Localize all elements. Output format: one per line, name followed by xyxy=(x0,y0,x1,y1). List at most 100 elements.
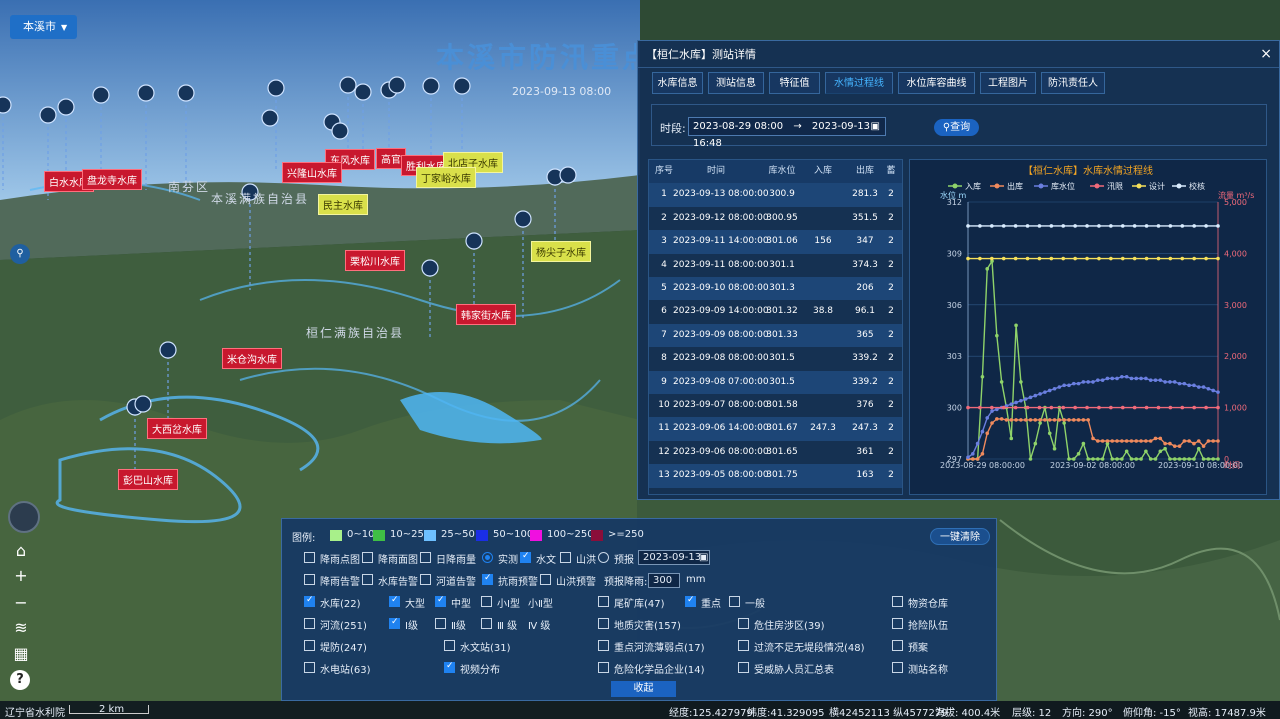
reservoir-marker[interactable]: 杨尖子水库 xyxy=(531,241,591,262)
compass-icon[interactable] xyxy=(8,501,40,533)
table-row[interactable]: 8 2023-09-08 08:00:00 301.5 339.2 2 xyxy=(649,347,902,370)
date-range-picker[interactable]: 2023-08-29 08:00 → 2023-09-13 16:48 ▣ xyxy=(688,117,886,149)
layer-checkbox[interactable] xyxy=(738,640,749,651)
table-row[interactable]: 7 2023-09-09 08:00:00 301.33 365 2 xyxy=(649,323,902,348)
table-row[interactable]: 13 2023-09-05 08:00:00 301.75 163 2 xyxy=(649,464,902,488)
reservoir-marker[interactable]: 米仓沟水库 xyxy=(222,348,282,369)
table-row[interactable]: 11 2023-09-06 14:00:00 301.67 247.3 247.3 2 xyxy=(649,417,902,441)
data-point xyxy=(1158,378,1163,382)
layer-checkbox[interactable] xyxy=(738,662,749,673)
reservoir-marker[interactable]: 韩家街水库 xyxy=(456,304,516,325)
layer-checkbox[interactable] xyxy=(560,552,571,563)
search-icon[interactable]: ⚲ xyxy=(10,244,30,264)
layer-checkbox[interactable] xyxy=(304,552,315,563)
layer-checkbox[interactable] xyxy=(420,552,431,563)
table-cell: 2 xyxy=(888,353,894,364)
layer-checkbox[interactable] xyxy=(389,595,400,607)
layer-checkbox[interactable] xyxy=(520,551,531,563)
help-icon[interactable]: ? xyxy=(10,670,30,690)
layer-checkbox[interactable] xyxy=(444,640,455,651)
y-left-tick: 303 xyxy=(947,352,962,361)
table-row[interactable]: 9 2023-09-08 07:00:00 301.5 339.2 2 xyxy=(649,370,902,394)
tab-characteristic[interactable]: 特征值 xyxy=(769,72,820,94)
table-row[interactable]: 12 2023-09-06 08:00:00 301.65 361 2 xyxy=(649,441,902,464)
table-row[interactable]: 10 2023-09-07 08:00:00 301.58 376 2 xyxy=(649,394,902,417)
layer-checkbox[interactable] xyxy=(362,574,373,585)
layer-checkbox[interactable] xyxy=(598,640,609,651)
table-row[interactable]: 6 2023-09-09 14:00:00 301.32 38.8 96.1 2 xyxy=(649,300,902,323)
layer-checkbox[interactable] xyxy=(362,552,373,563)
zoom-out-icon[interactable]: − xyxy=(11,593,31,613)
table-cell: 2 xyxy=(888,470,894,481)
layer-checkbox[interactable] xyxy=(892,662,903,673)
home-icon[interactable]: ⌂ xyxy=(11,541,31,561)
data-point xyxy=(1109,256,1113,261)
layer-checkbox[interactable] xyxy=(481,618,492,629)
tab-photos[interactable]: 工程图片 xyxy=(980,72,1036,94)
layer-checkbox[interactable] xyxy=(435,595,446,607)
layer-checkbox[interactable] xyxy=(304,595,315,607)
option-label: 水库告警 xyxy=(378,577,418,588)
tab-reservoir-info[interactable]: 水库信息 xyxy=(652,72,703,94)
forecast-rain-input[interactable]: 300 xyxy=(648,573,680,588)
data-point xyxy=(1182,381,1187,386)
reservoir-marker[interactable]: 栗松川水库 xyxy=(345,250,405,271)
layer-checkbox[interactable] xyxy=(685,595,696,607)
layer-checkbox[interactable] xyxy=(598,662,609,673)
city-selector[interactable]: 本溪市 ▼ xyxy=(10,15,77,39)
legend-dot xyxy=(1094,183,1100,189)
layer-checkbox[interactable] xyxy=(892,640,903,651)
layer-checkbox[interactable] xyxy=(729,596,740,607)
query-button[interactable]: ⚲查询 xyxy=(934,119,979,136)
table-row[interactable]: 5 2023-09-10 08:00:00 301.3 206 2 xyxy=(649,277,902,301)
layer-checkbox[interactable] xyxy=(435,618,446,629)
layer-checkbox[interactable] xyxy=(304,574,315,585)
clear-label: 一键清除 xyxy=(940,532,980,543)
layer-checkbox[interactable] xyxy=(892,618,903,629)
mode-radio[interactable] xyxy=(482,552,493,563)
tab-hydrograph[interactable]: 水情过程线 xyxy=(825,72,893,94)
tab-capacity-curve[interactable]: 水位库容曲线 xyxy=(898,72,975,94)
layer-checkbox[interactable] xyxy=(420,574,431,585)
layer-checkbox[interactable] xyxy=(481,596,492,607)
layer-checkbox[interactable] xyxy=(444,661,455,673)
layer-checkbox[interactable] xyxy=(598,596,609,607)
layer-checkbox[interactable] xyxy=(304,640,315,651)
table-row[interactable]: 3 2023-09-11 14:00:00 301.06 156 347 2 xyxy=(649,230,902,254)
tab-responsible[interactable]: 防汛责任人 xyxy=(1041,72,1105,94)
reservoir-marker[interactable]: 大西岔水库 xyxy=(147,418,207,439)
reservoir-marker[interactable]: 盘龙寺水库 xyxy=(82,169,142,190)
layer-checkbox[interactable] xyxy=(892,596,903,607)
reservoir-marker[interactable]: 丁家峪水库 xyxy=(416,167,476,188)
tab-station-info[interactable]: 测站信息 xyxy=(708,72,764,94)
layers-icon[interactable]: ≋ xyxy=(11,618,31,638)
layer-checkbox[interactable] xyxy=(389,617,400,629)
data-point xyxy=(1001,405,1006,410)
legend-dot xyxy=(994,183,1000,189)
reservoir-marker[interactable]: 彭巴山水库 xyxy=(118,469,178,490)
collapse-button[interactable]: 收起 xyxy=(611,681,676,697)
data-point xyxy=(1062,418,1066,422)
table-row[interactable]: 4 2023-09-11 08:00:00 301.1 374.3 2 xyxy=(649,254,902,277)
basemap-icon[interactable]: ▦ xyxy=(11,644,31,664)
layer-checkbox[interactable] xyxy=(304,618,315,629)
layer-checkbox[interactable] xyxy=(598,618,609,629)
data-point xyxy=(1177,457,1182,461)
reservoir-marker[interactable]: 兴隆山水库 xyxy=(282,162,342,183)
layer-checkbox[interactable] xyxy=(540,574,551,585)
mode-radio[interactable] xyxy=(598,552,609,563)
layer-checkbox[interactable] xyxy=(304,662,315,673)
date-field[interactable]: 2023-09-13 ▣ xyxy=(638,550,710,565)
table-cell: 206 xyxy=(856,283,874,293)
zoom-in-icon[interactable]: + xyxy=(11,566,31,586)
reservoir-marker[interactable]: 民主水库 xyxy=(318,194,368,215)
close-icon[interactable]: × xyxy=(1260,41,1272,68)
table-cell: 2 xyxy=(888,212,894,223)
layer-checkbox[interactable] xyxy=(738,618,749,629)
clear-all-button[interactable]: 一键清除 xyxy=(930,528,990,545)
table-row[interactable]: 2 2023-09-12 08:00:00 300.95 351.5 2 xyxy=(649,207,902,230)
layer-checkbox[interactable] xyxy=(482,573,493,585)
data-point xyxy=(1180,256,1185,261)
table-row[interactable]: 1 2023-09-13 08:00:00 300.9 281.3 2 xyxy=(649,183,902,207)
data-point xyxy=(1100,439,1105,443)
